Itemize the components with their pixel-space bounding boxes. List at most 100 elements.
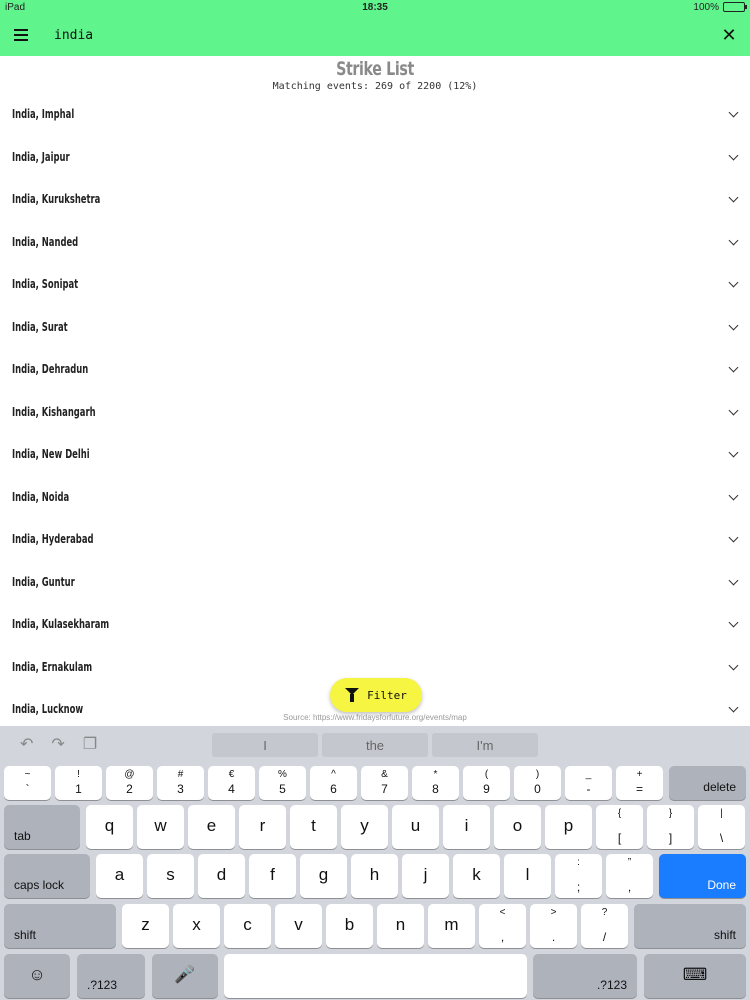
chevron-down-icon[interactable] [728,534,738,544]
suggestion[interactable]: the [322,733,428,757]
key[interactable]: }] [647,805,694,849]
list-item[interactable]: India, New Delhi [0,433,750,476]
key[interactable]: e [188,805,235,849]
key[interactable]: r [239,805,286,849]
key[interactable]: b [326,904,373,948]
caps-lock-key[interactable]: caps lock [4,854,90,898]
list-item[interactable]: India, Surat [0,306,750,349]
chevron-down-icon[interactable] [728,364,738,374]
chevron-down-icon[interactable] [728,237,738,247]
shift-key-right[interactable]: shift [634,904,746,948]
key[interactable]: >. [530,904,577,948]
list-item[interactable]: India, Sonipat [0,263,750,306]
close-icon[interactable]: ✕ [708,14,750,56]
list-item[interactable]: India, Hyderabad [0,518,750,561]
key[interactable]: g [300,854,347,898]
list-item[interactable]: India, Kurukshetra [0,178,750,221]
list-item[interactable]: India, Kishangarh [0,391,750,434]
key[interactable]: ) 0 [514,766,561,800]
key[interactable]: q [86,805,133,849]
key[interactable]: l [504,854,551,898]
key[interactable]: i [443,805,490,849]
key[interactable]: ”, [606,854,653,898]
hide-keyboard-key[interactable]: ⌨ [644,954,746,998]
key[interactable]: t [290,805,337,849]
chevron-down-icon[interactable] [728,577,738,587]
space-key[interactable] [224,954,527,998]
chevron-down-icon[interactable] [728,619,738,629]
tab-key[interactable]: tab [4,805,80,849]
list-item[interactable]: India, Jaipur [0,136,750,179]
key[interactable]: m [428,904,475,948]
key[interactable]: p [545,805,592,849]
undo-icon[interactable]: ↶ [20,734,33,754]
key[interactable]: x [173,904,220,948]
key-label: 6 [330,782,337,796]
search-input[interactable]: india [54,28,708,43]
key[interactable]: {[ [596,805,643,849]
emoji-key[interactable]: ☺ [4,954,70,998]
done-key[interactable]: Done [659,854,746,898]
key[interactable]: k [453,854,500,898]
chevron-down-icon[interactable] [728,109,738,119]
key[interactable]: €4 [208,766,255,800]
key[interactable]: s [147,854,194,898]
list-item[interactable]: India, Guntur [0,561,750,604]
key[interactable]: c [224,904,271,948]
list-item[interactable]: India, Dehradun [0,348,750,391]
suggestion[interactable]: I'm [432,733,538,757]
key[interactable]: ! 1 [55,766,102,800]
redo-icon[interactable]: ↷ [51,734,64,754]
chevron-down-icon[interactable] [728,152,738,162]
app-bar: india ✕ [0,14,750,56]
key[interactable]: _ - [565,766,612,800]
numbers-key-left[interactable]: .?123 [77,954,145,998]
key[interactable]: :; [555,854,602,898]
shift-key-left[interactable]: shift [4,904,116,948]
chevron-down-icon[interactable] [728,662,738,672]
key[interactable]: & 7 [361,766,408,800]
key[interactable]: h [351,854,398,898]
suggestion[interactable]: I [212,733,318,757]
key[interactable]: <, [479,904,526,948]
list-item[interactable]: India, Nanded [0,221,750,264]
dictation-key[interactable]: 🎤 [152,954,218,998]
key[interactable]: d [198,854,245,898]
key[interactable]: @2 [106,766,153,800]
key[interactable]: ? / [581,904,628,948]
key[interactable]: ~ ` [4,766,51,800]
key[interactable]: v [275,904,322,948]
key[interactable]: u [392,805,439,849]
chevron-down-icon[interactable] [728,322,738,332]
key[interactable]: z [122,904,169,948]
chevron-down-icon[interactable] [728,194,738,204]
key[interactable]: + = [616,766,663,800]
key[interactable]: | \ [698,805,745,849]
key[interactable]: y [341,805,388,849]
chevron-down-icon[interactable] [728,492,738,502]
numbers-key-right[interactable]: .?123 [533,954,637,998]
delete-key[interactable]: delete [669,766,746,800]
list-item[interactable]: India, Noida [0,476,750,519]
chevron-down-icon[interactable] [728,407,738,417]
chevron-down-icon[interactable] [728,449,738,459]
list-item[interactable]: India, Kulasekharam [0,603,750,646]
chevron-down-icon[interactable] [728,279,738,289]
key[interactable]: w [137,805,184,849]
key[interactable]: * 8 [412,766,459,800]
key-label: j [423,865,428,884]
paste-icon[interactable]: ❐ [83,734,97,754]
menu-icon[interactable] [0,14,42,56]
filter-button[interactable]: Filter [330,678,422,712]
list-item[interactable]: India, Imphal [0,93,750,136]
key[interactable]: j [402,854,449,898]
key[interactable]: (9 [463,766,510,800]
key[interactable]: #3 [157,766,204,800]
battery-status: 100% [693,2,747,13]
key[interactable]: f [249,854,296,898]
key[interactable]: a [96,854,143,898]
key[interactable]: ^ 6 [310,766,357,800]
key[interactable]: o [494,805,541,849]
key[interactable]: n [377,904,424,948]
key[interactable]: % 5 [259,766,306,800]
